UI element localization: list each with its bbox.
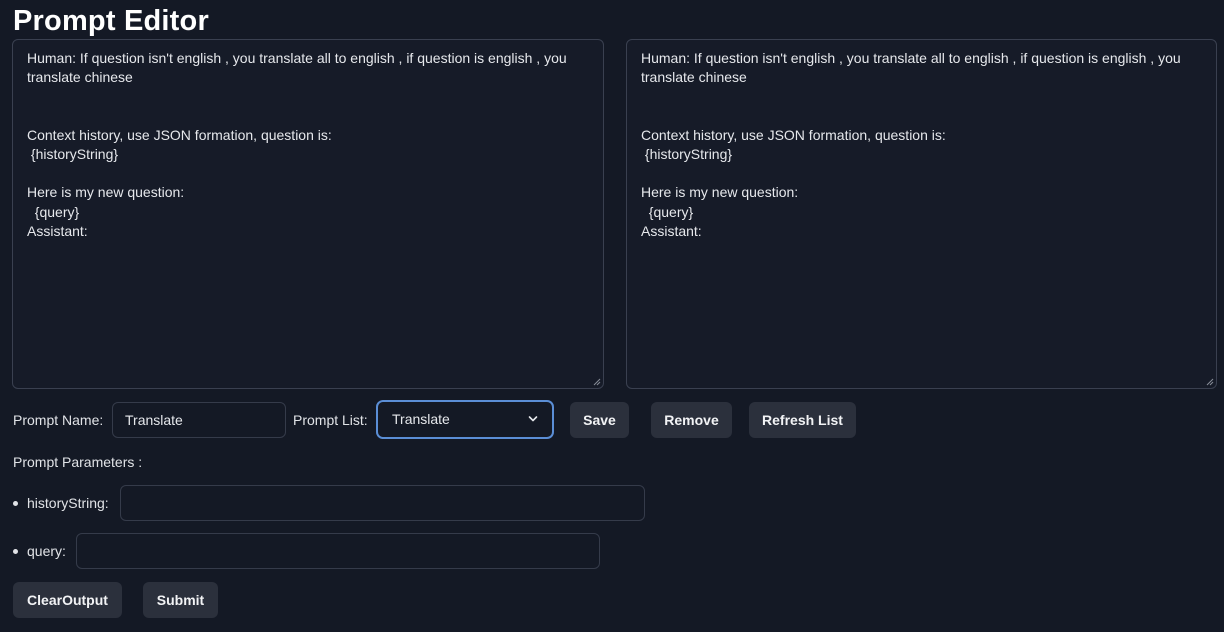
chevron-down-icon xyxy=(528,416,538,422)
prompt-name-input[interactable]: Translate xyxy=(112,402,286,438)
prompt-list-select[interactable]: Translate xyxy=(377,401,553,438)
page-title: Prompt Editor xyxy=(13,5,209,37)
prompt-list-selected-value: Translate xyxy=(392,411,450,427)
output-textarea[interactable]: Human: If question isn't english , you t… xyxy=(626,39,1217,389)
clear-output-button[interactable]: ClearOutput xyxy=(13,582,122,618)
resize-grip-icon[interactable] xyxy=(593,378,601,386)
save-button[interactable]: Save xyxy=(570,402,629,438)
resize-grip-icon[interactable] xyxy=(1206,378,1214,386)
prompt-list-label: Prompt List: xyxy=(293,412,368,428)
query-input[interactable] xyxy=(76,533,600,569)
remove-button[interactable]: Remove xyxy=(651,402,732,438)
prompt-name-label: Prompt Name: xyxy=(13,412,104,428)
prompt-controls-row: Prompt Name: Translate Prompt List: Tran… xyxy=(13,401,1212,439)
parameter-name: query: xyxy=(27,543,66,559)
prompt-editor-page: Prompt Editor Human: If question isn't e… xyxy=(0,0,1224,632)
bullet-icon xyxy=(13,549,18,554)
prompt-parameters-label: Prompt Parameters : xyxy=(13,454,143,470)
history-string-input[interactable] xyxy=(120,485,645,521)
bullet-icon xyxy=(13,501,18,506)
refresh-list-button[interactable]: Refresh List xyxy=(749,402,856,438)
submit-button[interactable]: Submit xyxy=(143,582,218,618)
parameter-name: historyString: xyxy=(27,495,109,511)
prompt-template-textarea[interactable]: Human: If question isn't english , you t… xyxy=(12,39,604,389)
